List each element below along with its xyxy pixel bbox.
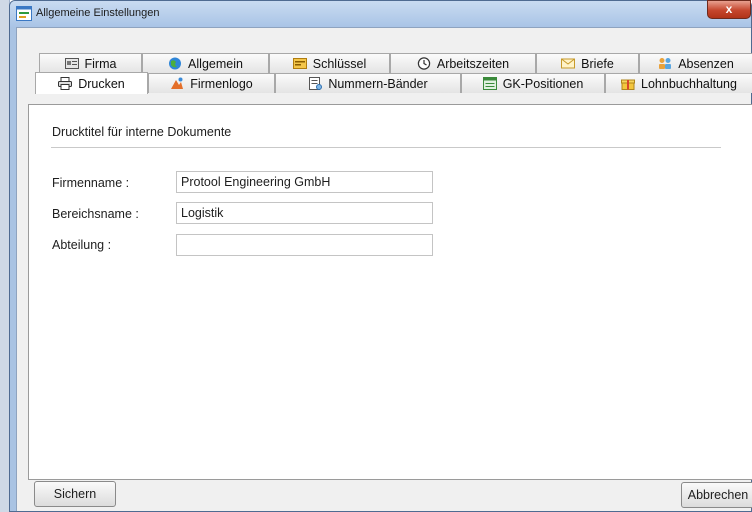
tab-gk-positionen[interactable]: GK-Positionen [461, 73, 605, 93]
tab-label: Drucken [78, 76, 125, 91]
tab-firmenlogo[interactable]: Firmenlogo [148, 73, 275, 93]
company-card-icon [64, 58, 79, 69]
logo-icon [171, 77, 184, 89]
firmenname-input[interactable] [176, 171, 433, 193]
abteilung-input[interactable] [176, 234, 433, 256]
settings-dialog: Allgemeine Einstellungen x Firma Allgeme… [9, 0, 752, 512]
dialog-client-area: Firma Allgemein Schlüssel Arbeitszeiten … [16, 27, 752, 511]
firmenname-label: Firmenname : [52, 176, 130, 190]
tab-lohnbuchhaltung[interactable]: Lohnbuchhaltung [605, 73, 752, 93]
printer-icon [58, 77, 73, 90]
envelope-icon [561, 58, 576, 69]
tab-label: Arbeitszeiten [436, 56, 510, 71]
tab-label: Allgemein [188, 56, 243, 71]
tab-nummern-baender[interactable]: Nummern-Bänder [275, 73, 461, 93]
section-title: Drucktitel für interne Dokumente [52, 125, 232, 139]
close-button[interactable]: x [707, 0, 751, 19]
tab-absenzen[interactable]: Absenzen [639, 53, 752, 73]
bereichsname-input[interactable] [176, 202, 433, 224]
number-bands-icon [309, 77, 323, 90]
window-title: Allgemeine Einstellungen [36, 7, 160, 19]
tab-label: GK-Positionen [502, 76, 584, 91]
tab-schluessel[interactable]: Schlüssel [269, 53, 390, 73]
abteilung-label: Abteilung : [52, 238, 112, 252]
globe-icon [169, 57, 182, 70]
title-bar[interactable]: Allgemeine Einstellungen x [10, 0, 751, 27]
tab-allgemein[interactable]: Allgemein [142, 53, 269, 73]
tab-label: Firma [84, 56, 117, 71]
tab-label: Firmenlogo [190, 76, 253, 91]
bereichsname-label: Bereichsname : [52, 207, 139, 221]
positions-icon [482, 77, 497, 90]
cancel-button[interactable]: Abbrechen [681, 482, 752, 508]
drucken-panel: Drucktitel für interne Dokumente Firmenn… [28, 104, 752, 480]
clock-icon [417, 57, 431, 70]
gift-icon [621, 79, 636, 90]
tab-label: Briefe [581, 56, 614, 71]
absence-icon [659, 58, 672, 69]
save-button[interactable]: Sichern [34, 481, 116, 507]
tab-label: Lohnbuchhaltung [641, 76, 737, 91]
tab-drucken[interactable]: Drucken [35, 72, 148, 94]
tab-briefe[interactable]: Briefe [536, 53, 639, 73]
tab-firma[interactable]: Firma [39, 53, 142, 73]
section-divider [51, 147, 721, 148]
tab-arbeitszeiten[interactable]: Arbeitszeiten [390, 53, 536, 73]
key-card-icon [292, 58, 307, 69]
settings-window-icon [16, 6, 32, 21]
tab-label: Nummern-Bänder [328, 76, 428, 91]
tab-label: Absenzen [678, 56, 734, 71]
tab-label: Schlüssel [312, 56, 367, 71]
